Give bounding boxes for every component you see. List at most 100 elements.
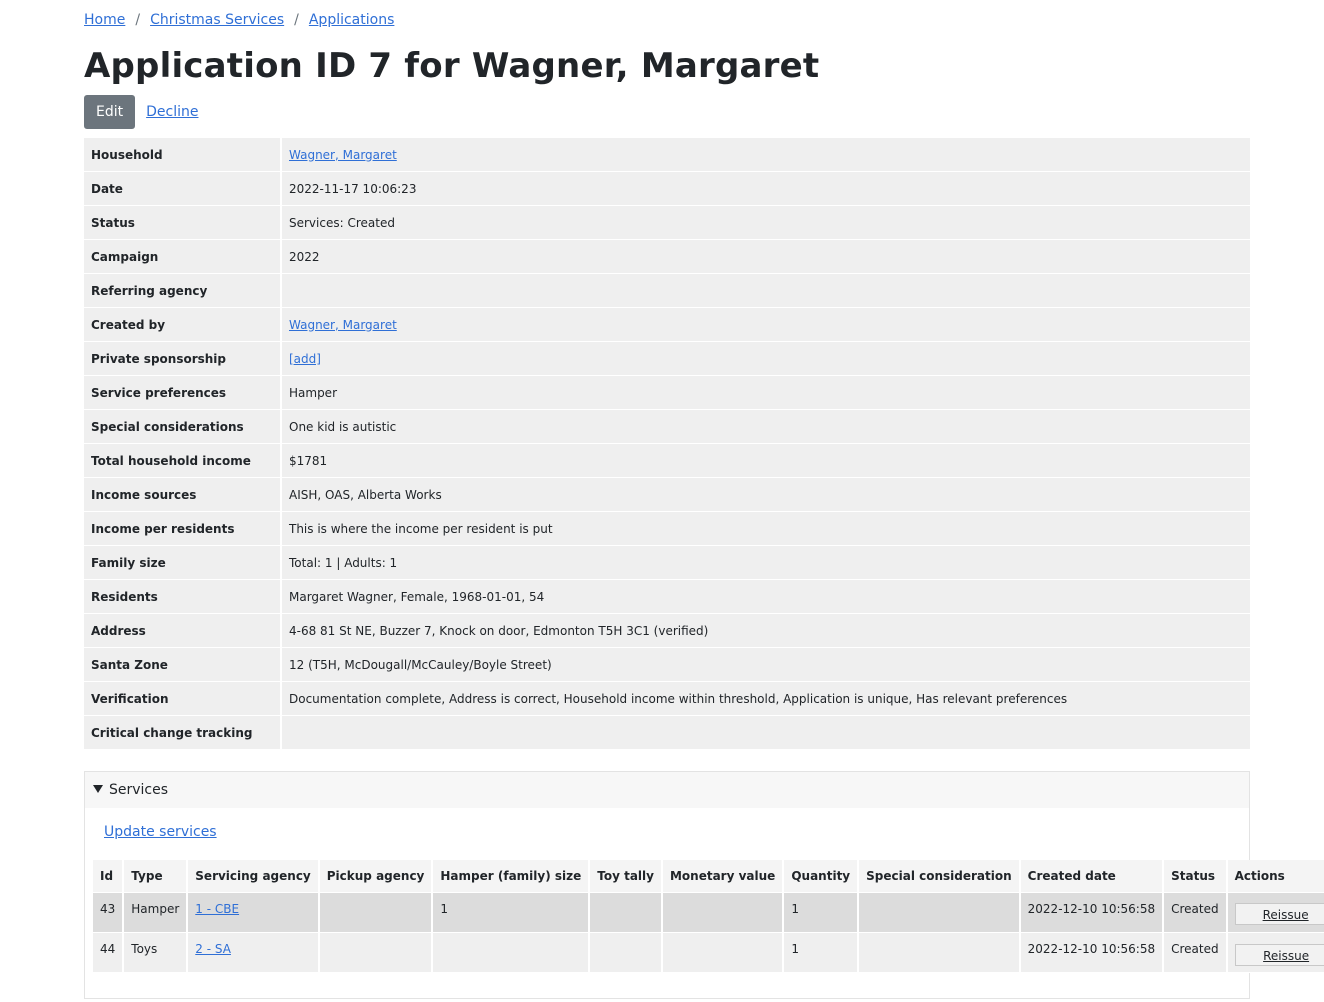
cell-monetary-value — [662, 933, 785, 973]
detail-row-referring-agency: Referring agency — [84, 274, 1250, 308]
cell-hamper-size — [433, 933, 591, 973]
services-header-row: Id Type Servicing agency Pickup agency H… — [93, 860, 1324, 893]
detail-value: Hamper — [282, 376, 1250, 410]
decline-link[interactable]: Decline — [146, 104, 198, 120]
detail-value: Wagner, Margaret — [282, 138, 1250, 172]
detail-label: Residents — [84, 580, 282, 614]
cell-toy-tally — [590, 893, 663, 933]
detail-value: 2022 — [282, 240, 1250, 274]
cell-special-consideration — [859, 933, 1021, 973]
detail-label: Date — [84, 172, 282, 206]
edit-button[interactable]: Edit — [84, 95, 136, 129]
cell-special-consideration — [859, 893, 1021, 933]
cell-quantity: 1 — [784, 893, 860, 933]
cell-status: Created — [1164, 893, 1228, 933]
detail-value: One kid is autistic — [282, 410, 1250, 444]
detail-row-service-preferences: Service preferences Hamper — [84, 376, 1250, 410]
detail-value: [add] — [282, 342, 1250, 376]
servicing-agency-link[interactable]: 1 - CBE — [195, 902, 239, 916]
detail-row-income-per-residents: Income per residents This is where the i… — [84, 512, 1250, 546]
action-bar: Edit Decline — [84, 95, 198, 129]
detail-label: Special considerations — [84, 410, 282, 444]
breadcrumb: Home / Christmas Services / Applications — [84, 10, 394, 30]
detail-row-private-sponsorship: Private sponsorship [add] — [84, 342, 1250, 376]
detail-row-total-household-income: Total household income $1781 — [84, 444, 1250, 478]
services-panel: Services Update services Id Type Servici… — [84, 771, 1324, 999]
detail-label: Referring agency — [84, 274, 282, 308]
detail-row-created-by: Created by Wagner, Margaret — [84, 308, 1250, 342]
detail-row-special-considerations: Special considerations One kid is autist… — [84, 410, 1250, 444]
detail-label: Family size — [84, 546, 282, 580]
services-panel-toggle[interactable]: Services — [85, 772, 1249, 808]
update-services-link[interactable]: Update services — [104, 824, 217, 840]
reissue-button[interactable]: Reissue — [1234, 903, 1324, 925]
detail-label: Household — [84, 138, 282, 172]
detail-row-date: Date 2022-11-17 10:06:23 — [84, 172, 1250, 206]
column-header-hamper-size: Hamper (family) size — [433, 860, 591, 893]
detail-value — [282, 716, 1250, 750]
cell-id: 43 — [93, 893, 125, 933]
cell-pickup-agency — [319, 933, 434, 973]
cell-toy-tally — [590, 933, 663, 973]
column-header-created-date: Created date — [1020, 860, 1165, 893]
breadcrumb-separator: / — [135, 12, 141, 28]
detail-row-status: Status Services: Created — [84, 206, 1250, 240]
detail-row-household: Household Wagner, Margaret — [84, 138, 1250, 172]
services-heading: Services — [109, 782, 169, 798]
cell-actions: Reissue — [1227, 893, 1324, 933]
detail-label: Income per residents — [84, 512, 282, 546]
detail-value: Wagner, Margaret — [282, 308, 1250, 342]
detail-label: Santa Zone — [84, 648, 282, 682]
table-row: 44 Toys 2 - SA 1 2022-12-10 10:56:58 Cre… — [93, 933, 1324, 973]
detail-row-verification: Verification Documentation complete, Add… — [84, 682, 1250, 716]
cell-servicing-agency: 2 - SA — [188, 933, 320, 973]
detail-value: 2022-11-17 10:06:23 — [282, 172, 1250, 206]
detail-row-residents: Residents Margaret Wagner, Female, 1968-… — [84, 580, 1250, 614]
cell-id: 44 — [93, 933, 125, 973]
breadcrumb-applications-link[interactable]: Applications — [309, 12, 395, 28]
cell-status: Created — [1164, 933, 1228, 973]
column-header-quantity: Quantity — [784, 860, 860, 893]
detail-value: 4-68 81 St NE, Buzzer 7, Knock on door, … — [282, 614, 1250, 648]
column-header-status: Status — [1164, 860, 1228, 893]
detail-value: This is where the income per resident is… — [282, 512, 1250, 546]
detail-label: Campaign — [84, 240, 282, 274]
reissue-button[interactable]: Reissue — [1234, 944, 1324, 966]
column-header-pickup-agency: Pickup agency — [319, 860, 434, 893]
cell-pickup-agency — [319, 893, 434, 933]
detail-row-family-size: Family size Total: 1 | Adults: 1 — [84, 546, 1250, 580]
cell-monetary-value — [662, 893, 785, 933]
detail-label: Address — [84, 614, 282, 648]
detail-row-address: Address 4-68 81 St NE, Buzzer 7, Knock o… — [84, 614, 1250, 648]
table-row: 43 Hamper 1 - CBE 1 1 2022-12-10 10:56:5… — [93, 893, 1324, 933]
detail-value: $1781 — [282, 444, 1250, 478]
detail-value — [282, 274, 1250, 308]
services-table: Id Type Servicing agency Pickup agency H… — [93, 860, 1324, 973]
household-link[interactable]: Wagner, Margaret — [289, 148, 397, 162]
column-header-servicing-agency: Servicing agency — [188, 860, 320, 893]
detail-label: Status — [84, 206, 282, 240]
detail-label: Critical change tracking — [84, 716, 282, 750]
column-header-special-consideration: Special consideration — [859, 860, 1021, 893]
servicing-agency-link[interactable]: 2 - SA — [195, 942, 231, 956]
detail-value: Documentation complete, Address is corre… — [282, 682, 1250, 716]
column-header-actions: Actions — [1227, 860, 1324, 893]
detail-row-campaign: Campaign 2022 — [84, 240, 1250, 274]
detail-label: Private sponsorship — [84, 342, 282, 376]
detail-value: AISH, OAS, Alberta Works — [282, 478, 1250, 512]
add-sponsorship-link[interactable]: [add] — [289, 352, 321, 366]
cell-type: Hamper — [124, 893, 189, 933]
created-by-link[interactable]: Wagner, Margaret — [289, 318, 397, 332]
cell-quantity: 1 — [784, 933, 860, 973]
cell-actions: Reissue — [1227, 933, 1324, 973]
detail-row-santa-zone: Santa Zone 12 (T5H, McDougall/McCauley/B… — [84, 648, 1250, 682]
column-header-id: Id — [93, 860, 125, 893]
detail-row-critical-change-tracking: Critical change tracking — [84, 716, 1250, 750]
breadcrumb-christmas-services-link[interactable]: Christmas Services — [150, 12, 284, 28]
detail-value: Services: Created — [282, 206, 1250, 240]
detail-value: Margaret Wagner, Female, 1968-01-01, 54 — [282, 580, 1250, 614]
cell-type: Toys — [124, 933, 189, 973]
breadcrumb-home-link[interactable]: Home — [84, 12, 125, 28]
cell-servicing-agency: 1 - CBE — [188, 893, 320, 933]
detail-value: 12 (T5H, McDougall/McCauley/Boyle Street… — [282, 648, 1250, 682]
